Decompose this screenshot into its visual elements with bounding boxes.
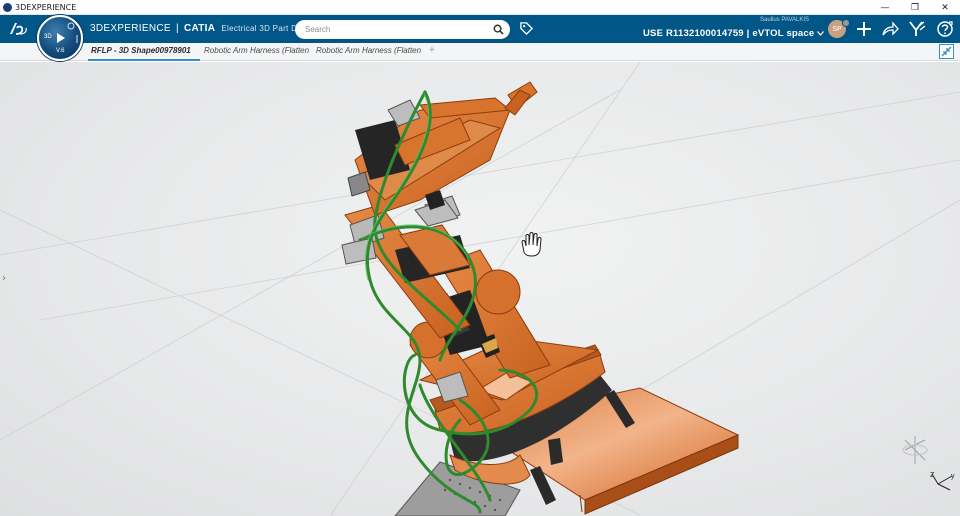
3d-model-canvas[interactable]: Z y xyxy=(0,62,960,516)
compass-widget[interactable]: 3D V.6 xyxy=(37,15,83,61)
add-tab-button[interactable]: + xyxy=(429,45,435,56)
collab-space-label: USE R1132100014759 | eVTOL space xyxy=(643,28,815,39)
active-tab-indicator xyxy=(88,59,200,61)
compass-social-icon xyxy=(67,22,75,30)
window-controls: — ❐ ✕ xyxy=(870,0,960,15)
search-input[interactable] xyxy=(305,23,485,36)
gripper-assembly xyxy=(347,81,538,227)
orientation-compass-icon[interactable] xyxy=(902,436,928,464)
app-header: 3DEXPERIENCE | CATIA Electrical 3D Part … xyxy=(0,15,960,43)
help-icon[interactable] xyxy=(936,20,954,38)
axis-z-label: Z xyxy=(930,472,935,479)
restore-button[interactable]: ❐ xyxy=(900,0,930,15)
compass-version: V.6 xyxy=(56,48,65,54)
avatar-status-badge xyxy=(842,19,850,27)
search-icon[interactable] xyxy=(493,24,504,35)
tab-rflp-3d-shape[interactable]: RFLP - 3D Shape00978901 xyxy=(91,46,198,55)
side-panel-toggle[interactable]: › xyxy=(2,273,6,284)
brand-product: CATIA xyxy=(183,23,216,34)
compass-3d-label: 3D xyxy=(44,34,52,40)
add-icon[interactable] xyxy=(855,20,873,38)
app-icon xyxy=(3,2,12,12)
axis-triad-icon: Z y xyxy=(930,472,955,491)
compass-info-icon xyxy=(76,35,78,43)
ds-logo-icon xyxy=(6,17,30,41)
play-icon xyxy=(57,33,65,43)
collapse-view-button[interactable] xyxy=(939,44,954,59)
tab-robotic-arm-harness-1[interactable]: Robotic Arm Harness (Flatten xyxy=(204,46,310,55)
collapse-icon xyxy=(941,46,952,57)
minimize-button[interactable]: — xyxy=(870,0,900,15)
brand-separator: | xyxy=(175,23,179,34)
window-titlebar: 3DEXPERIENCE — ❐ ✕ xyxy=(0,0,960,15)
search-box[interactable] xyxy=(295,20,510,39)
tools-icon[interactable] xyxy=(908,20,926,38)
brand-title: 3DEXPERIENCE | CATIA Electrical 3D Part … xyxy=(90,23,318,34)
close-button[interactable]: ✕ xyxy=(930,0,960,15)
collab-space-dropdown[interactable]: USE R1132100014759 | eVTOL space xyxy=(643,28,825,39)
brand-prefix: 3DEXPERIENCE xyxy=(90,23,171,34)
3d-viewport[interactable]: Z y › xyxy=(0,62,960,516)
tag-icon[interactable] xyxy=(519,21,534,36)
tab-robotic-arm-harness-2[interactable]: Robotic Arm Harness (Flatten xyxy=(316,46,422,55)
user-name: Saulius PAVALKIS xyxy=(760,17,810,23)
window-title: 3DEXPERIENCE xyxy=(15,2,77,12)
axis-y-label: y xyxy=(951,473,955,480)
chevron-down-icon xyxy=(817,31,825,36)
share-icon[interactable] xyxy=(881,20,899,38)
